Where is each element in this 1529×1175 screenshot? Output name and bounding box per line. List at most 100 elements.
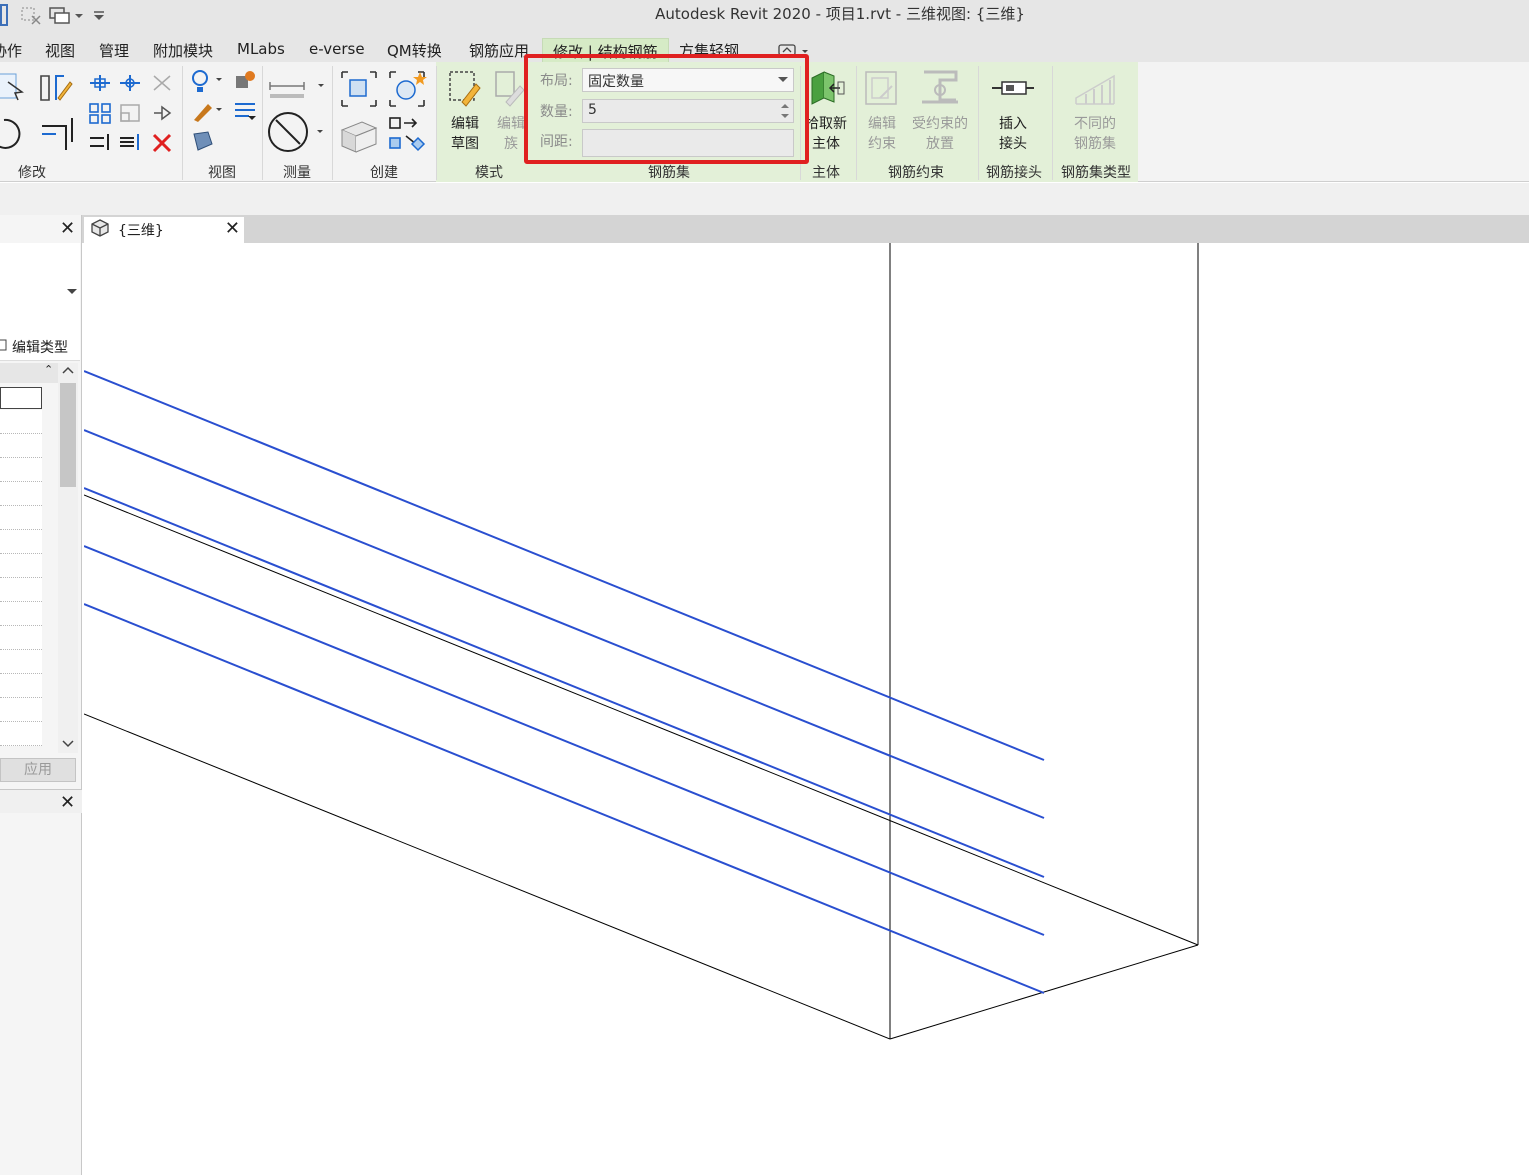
properties-row[interactable] [0,530,42,554]
panel-label-rebar-set-type: 钢筋集类型 [1061,165,1131,181]
edit-type-button[interactable]: 编辑类型 [0,335,80,359]
rebar-line[interactable] [83,603,1045,994]
collapse-icon[interactable]: ⌃ [44,363,53,376]
insert-coupler-icon[interactable] [990,74,1036,102]
create-group-icon[interactable] [338,68,380,110]
tab-qm-convert[interactable]: QM转换 [387,40,442,61]
delete-icon[interactable] [150,132,174,154]
edit-family-label-1: 编辑 [497,116,525,132]
scale-icon[interactable] [118,102,142,124]
create-similar-icon[interactable] [386,114,428,156]
varying-rebar-set-label-2: 钢筋集 [1074,136,1116,152]
properties-row[interactable] [0,722,42,746]
properties-row[interactable] [0,434,42,458]
edit-sketch-label-2: 草图 [451,136,479,152]
3d-model-drawing[interactable] [83,243,1529,1175]
paint-brush-icon[interactable] [190,98,226,124]
constrained-placement-icon[interactable] [916,66,964,108]
panel-separator [182,66,183,180]
close-project-browser-icon[interactable]: ✕ [60,792,75,813]
unpin-icon[interactable] [150,102,174,124]
tab-view[interactable]: 视图 [45,40,75,61]
constrained-placement-label-2: 放置 [926,136,954,152]
panel-separator [332,66,333,180]
create-assembly-icon[interactable] [386,68,428,110]
panel-label-rebar-constraint: 钢筋约束 [888,165,944,181]
properties-row[interactable] [0,410,42,434]
properties-row[interactable] [0,578,42,602]
apply-button[interactable]: 应用 [0,758,76,782]
tab-e-verse[interactable]: e-verse [309,40,365,58]
properties-row[interactable] [0,674,42,698]
create-parts-icon[interactable] [338,114,380,156]
properties-row[interactable] [0,554,42,578]
insert-coupler-label-1: 插入 [999,116,1027,132]
properties-row[interactable] [0,602,42,626]
offset-icon[interactable] [118,72,142,94]
properties-row[interactable] [0,650,42,674]
revit-window: Autodesk Revit 2020 - 项目1.rvt - 三维视图: {三… [0,0,1529,1175]
panel-label-create: 创建 [370,165,398,181]
panel-label-host: 主体 [812,165,840,181]
scroll-up-icon[interactable] [62,365,74,381]
rebar-line[interactable] [83,545,1045,936]
model-edge [83,713,891,1040]
quick-access-customize-icon[interactable] [92,4,106,26]
properties-scrollbar[interactable] [58,363,78,753]
measure-distance-icon[interactable] [268,72,328,102]
scroll-down-icon[interactable] [62,737,74,753]
rebar-line[interactable] [83,370,1045,761]
tab-collaborate[interactable]: 协作 [0,40,22,61]
tab-manage[interactable]: 管理 [99,40,129,61]
scrollbar-thumb[interactable] [60,383,76,487]
edit-sketch-icon[interactable] [446,68,482,108]
quick-access-select-icon[interactable] [0,4,8,26]
properties-active-cell[interactable] [0,387,42,409]
rotate-icon[interactable] [0,112,28,152]
window-title: Autodesk Revit 2020 - 项目1.rvt - 三维视图: {三… [655,5,1025,23]
quick-access-switch-windows-icon[interactable] [48,4,84,26]
tab-rebar-apps[interactable]: 钢筋应用 [469,40,529,61]
close-view-tab-icon[interactable]: ✕ [225,218,240,239]
varying-rebar-set-icon[interactable] [1072,68,1118,110]
quick-access-close-hidden-icon[interactable] [20,4,42,26]
edit-family-icon[interactable] [494,68,526,108]
properties-row[interactable] [0,698,42,722]
tab-addins[interactable]: 附加模块 [153,40,213,61]
tab-mlabs[interactable]: MLabs [237,40,285,58]
ribbon: 修改 视图 测量 创建 编辑 草图 编辑 族 模式 布局: 固定数量 数量: 5… [0,54,1529,182]
hide-isolate-icon[interactable] [190,68,226,94]
edit-constraints-label-2: 约束 [868,136,896,152]
chevron-down-icon[interactable] [66,285,78,301]
close-properties-icon[interactable]: ✕ [60,218,75,239]
view-tab-label: {三维} [118,223,164,239]
linework-icon[interactable] [232,98,258,124]
panel-separator [1052,66,1053,180]
match-type-icon[interactable] [38,70,74,106]
modify-select-icon[interactable] [0,70,28,106]
view-tab-3d[interactable]: {三维} ✕ [84,217,244,243]
panel-label-measure: 测量 [283,165,311,181]
dimension-icon[interactable] [266,110,328,154]
cut-profile-icon[interactable] [190,128,216,154]
3d-view-canvas[interactable] [83,243,1529,1175]
properties-row[interactable] [0,626,42,650]
edit-constraints-icon[interactable] [862,68,902,108]
panel-separator [978,66,979,180]
trim-extend-icon[interactable] [38,112,78,152]
properties-row[interactable] [0,482,42,506]
pick-new-host-icon[interactable] [806,68,846,108]
align-icon[interactable] [88,72,112,94]
split-icon[interactable] [88,130,112,154]
panel-label-rebar-coupler: 钢筋接头 [986,165,1042,181]
array-icon[interactable] [88,102,112,124]
mirror-icon[interactable] [118,130,142,154]
properties-row[interactable] [0,506,42,530]
pin-disabled-icon[interactable] [150,72,174,94]
properties-panel: ✕ 编辑类型 ⌃ 应用 ✕ [0,215,82,1175]
rebar-line[interactable] [83,487,1045,878]
override-graphics-icon[interactable] [232,68,258,94]
rebar-line[interactable] [83,429,1045,819]
properties-row[interactable] [0,458,42,482]
pick-new-host-label-1: 拾取新 [805,116,847,132]
